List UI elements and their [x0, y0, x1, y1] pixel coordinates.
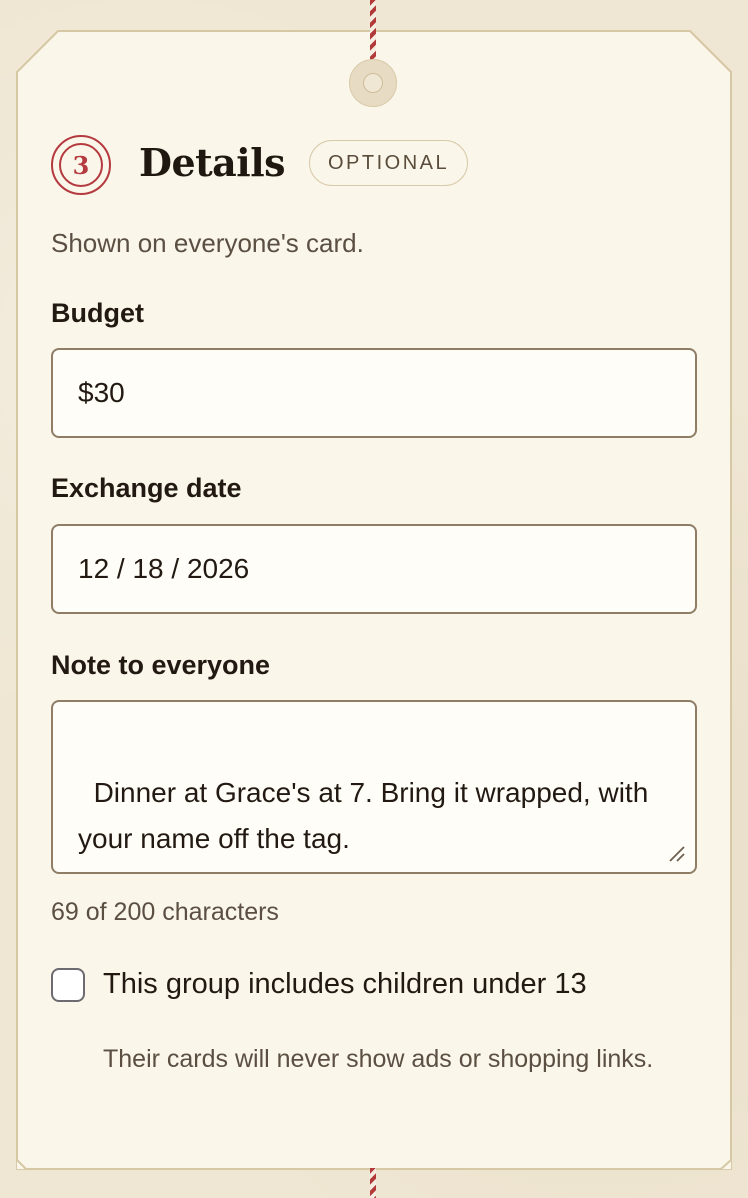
exchange-date-input[interactable]: 12 / 18 / 2026 [51, 524, 697, 614]
optional-badge: OPTIONAL [309, 140, 469, 186]
exchange-date-label: Exchange date [51, 473, 242, 503]
budget-label: Budget [51, 298, 144, 328]
section-subtitle: Shown on everyone's card. [51, 228, 364, 258]
budget-input[interactable]: $30 [51, 348, 697, 438]
note-text: Dinner at Grace's at 7. Bring it wrapped… [78, 777, 657, 854]
children-hint: Their cards will never show ads or shopp… [103, 1045, 654, 1073]
tag-string-bottom [370, 1168, 376, 1198]
character-counter: 69 of 200 characters [51, 898, 279, 926]
section-title: Details [139, 140, 286, 185]
step-number: 3 [59, 143, 103, 187]
tag-hole [349, 59, 397, 107]
budget-value: $30 [78, 377, 125, 408]
exchange-date-value: 12 / 18 / 2026 [78, 553, 250, 584]
children-checkbox-label[interactable]: This group includes children under 13 [103, 968, 587, 1001]
note-textarea[interactable]: Dinner at Grace's at 7. Bring it wrapped… [51, 700, 697, 874]
children-checkbox[interactable] [51, 968, 85, 1002]
note-label: Note to everyone [51, 650, 271, 680]
step-number-badge: 3 [51, 135, 111, 195]
resize-grip-icon[interactable] [667, 844, 685, 862]
